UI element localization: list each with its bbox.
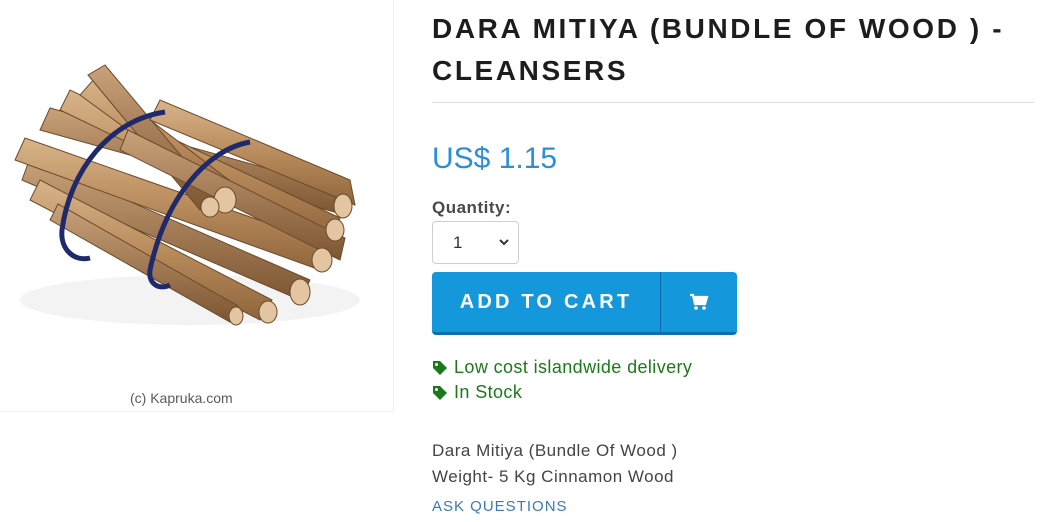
tag-icon — [432, 360, 448, 376]
description-line: Weight- 5 Kg Cinnamon Wood — [432, 467, 674, 486]
quantity-select[interactable]: 1 — [432, 221, 519, 264]
title-divider — [432, 102, 1034, 103]
quantity-value: 1 — [453, 232, 463, 252]
product-description: Dara Mitiya (Bundle Of Wood ) Weight- 5 … — [432, 438, 678, 490]
product-title: DARA MITIYA (BUNDLE OF WOOD ) - CLEANSER… — [432, 13, 1005, 86]
ask-questions-link[interactable]: ASK QUESTIONS — [432, 498, 568, 515]
shopping-cart-icon[interactable] — [661, 272, 737, 332]
add-to-cart-label: ADD TO CART — [432, 272, 661, 332]
bundle-of-wood-image — [14, 64, 360, 326]
description-line: Dara Mitiya (Bundle Of Wood ) — [432, 441, 678, 460]
stock-text: In Stock — [454, 382, 523, 402]
tag-icon — [432, 385, 448, 401]
chevron-down-icon — [499, 239, 509, 246]
delivery-badge: Low cost islandwide delivery — [432, 357, 692, 378]
image-watermark: (c) Kapruka.com — [130, 390, 233, 406]
quantity-label: Quantity: — [432, 198, 512, 217]
product-price: US$ 1.15 — [432, 142, 558, 175]
stock-badge: In Stock — [432, 382, 522, 403]
add-to-cart-button[interactable]: ADD TO CART — [432, 272, 737, 335]
delivery-text: Low cost islandwide delivery — [454, 357, 693, 377]
product-image-panel[interactable]: (c) Kapruka.com — [0, 0, 394, 412]
